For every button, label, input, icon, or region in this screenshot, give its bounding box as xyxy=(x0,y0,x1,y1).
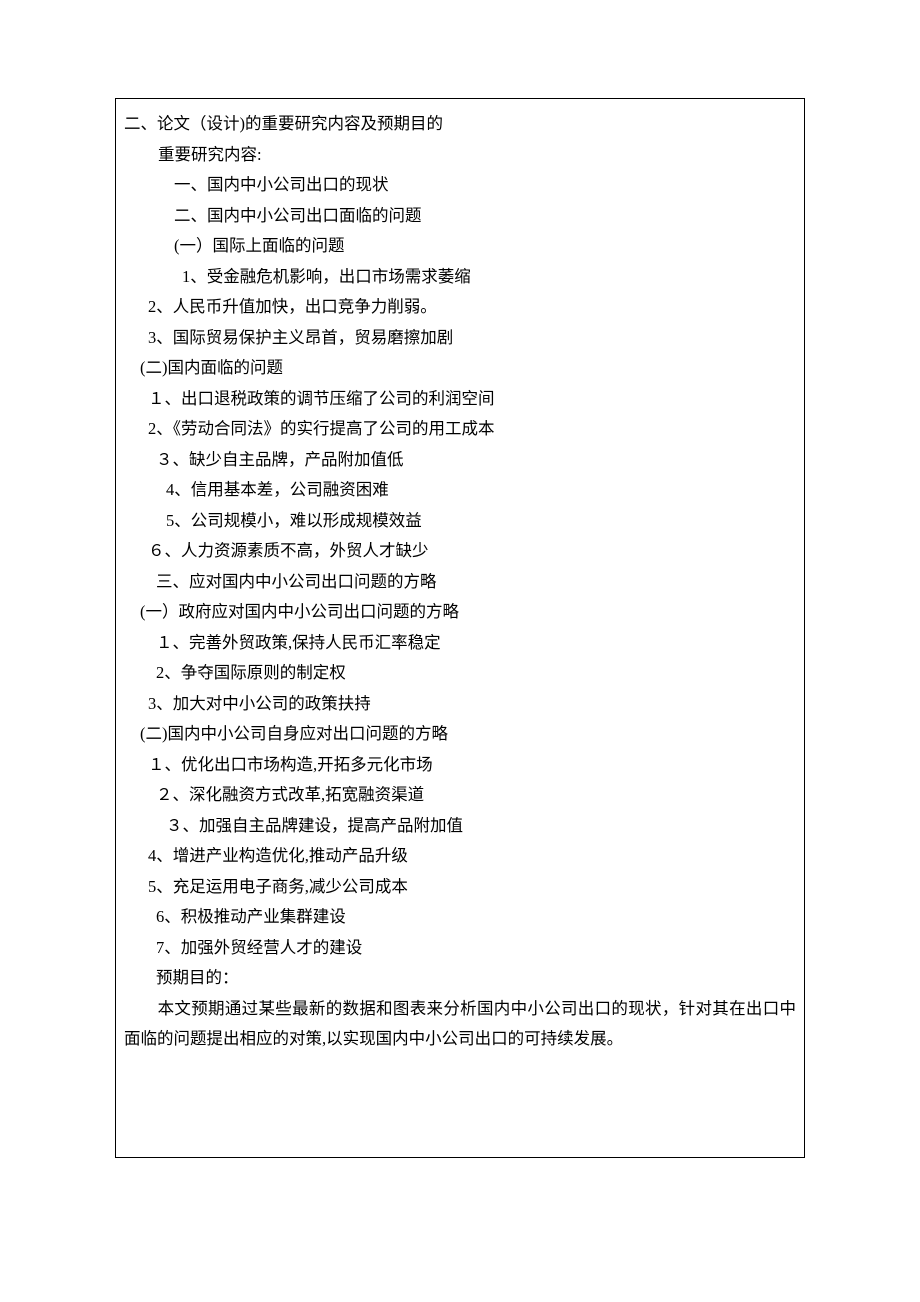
item-co-1: １、优化出口市场构造,开拓多元化市场 xyxy=(124,750,796,781)
item-dom-1: １、出口退税政策的调节压缩了公司的利润空间 xyxy=(124,384,796,415)
item-dom-2: 2、《劳动合同法》的实行提高了公司的用工成本 xyxy=(124,414,796,445)
item-co-5: 5、充足运用电子商务,减少公司成本 xyxy=(124,872,796,903)
subheading-gov: (一）政府应对国内中小公司出口问题的方略 xyxy=(124,597,796,628)
item-co-2: ２、深化融资方式改革,拓宽融资渠道 xyxy=(124,780,796,811)
item-intl-2: 2、人民币升值加快，出口竞争力削弱。 xyxy=(124,292,796,323)
item-intl-3: 3、国际贸易保护主义昂首，贸易磨擦加剧 xyxy=(124,323,796,354)
item-gov-3: 3、加大对中小公司的政策扶持 xyxy=(124,689,796,720)
item-co-4: 4、增进产业构造优化,推动产品升级 xyxy=(124,841,796,872)
item-dom-6: ６、人力资源素质不高，外贸人才缺少 xyxy=(124,536,796,567)
section-title: 二、论文（设计)的重要研究内容及预期目的 xyxy=(124,109,796,140)
subtitle-research-content: 重要研究内容: xyxy=(124,140,796,171)
heading-2: 二、国内中小公司出口面临的问题 xyxy=(124,201,796,232)
page: 二、论文（设计)的重要研究内容及预期目的 重要研究内容: 一、国内中小公司出口的… xyxy=(0,0,920,1218)
item-gov-1: １、完善外贸政策,保持人民币汇率稳定 xyxy=(124,628,796,659)
item-dom-4: 4、信用基本差，公司融资困难 xyxy=(124,475,796,506)
subheading-international: (一）国际上面临的问题 xyxy=(124,231,796,262)
subheading-company: (二)国内中小公司自身应对出口问题的方略 xyxy=(124,719,796,750)
expected-paragraph: 本文预期通过某些最新的数据和图表来分析国内中小公司出口的现状，针对其在出口中面临… xyxy=(124,994,796,1055)
content-box: 二、论文（设计)的重要研究内容及预期目的 重要研究内容: 一、国内中小公司出口的… xyxy=(115,98,805,1158)
subtitle-expected: 预期目的： xyxy=(124,963,796,994)
item-co-3: ３、加强自主品牌建设，提高产品附加值 xyxy=(124,811,796,842)
item-intl-1: 1、受金融危机影响，出口市场需求萎缩 xyxy=(124,262,796,293)
item-gov-2: 2、争夺国际原则的制定权 xyxy=(124,658,796,689)
item-co-6: 6、积极推动产业集群建设 xyxy=(124,902,796,933)
item-co-7: 7、加强外贸经营人才的建设 xyxy=(124,933,796,964)
subheading-domestic: (二)国内面临的问题 xyxy=(124,353,796,384)
item-dom-5: 5、公司规模小，难以形成规模效益 xyxy=(124,506,796,537)
item-dom-3: ３、缺少自主品牌，产品附加值低 xyxy=(124,445,796,476)
heading-3: 三、应对国内中小公司出口问题的方略 xyxy=(124,567,796,598)
heading-1: 一、国内中小公司出口的现状 xyxy=(124,170,796,201)
